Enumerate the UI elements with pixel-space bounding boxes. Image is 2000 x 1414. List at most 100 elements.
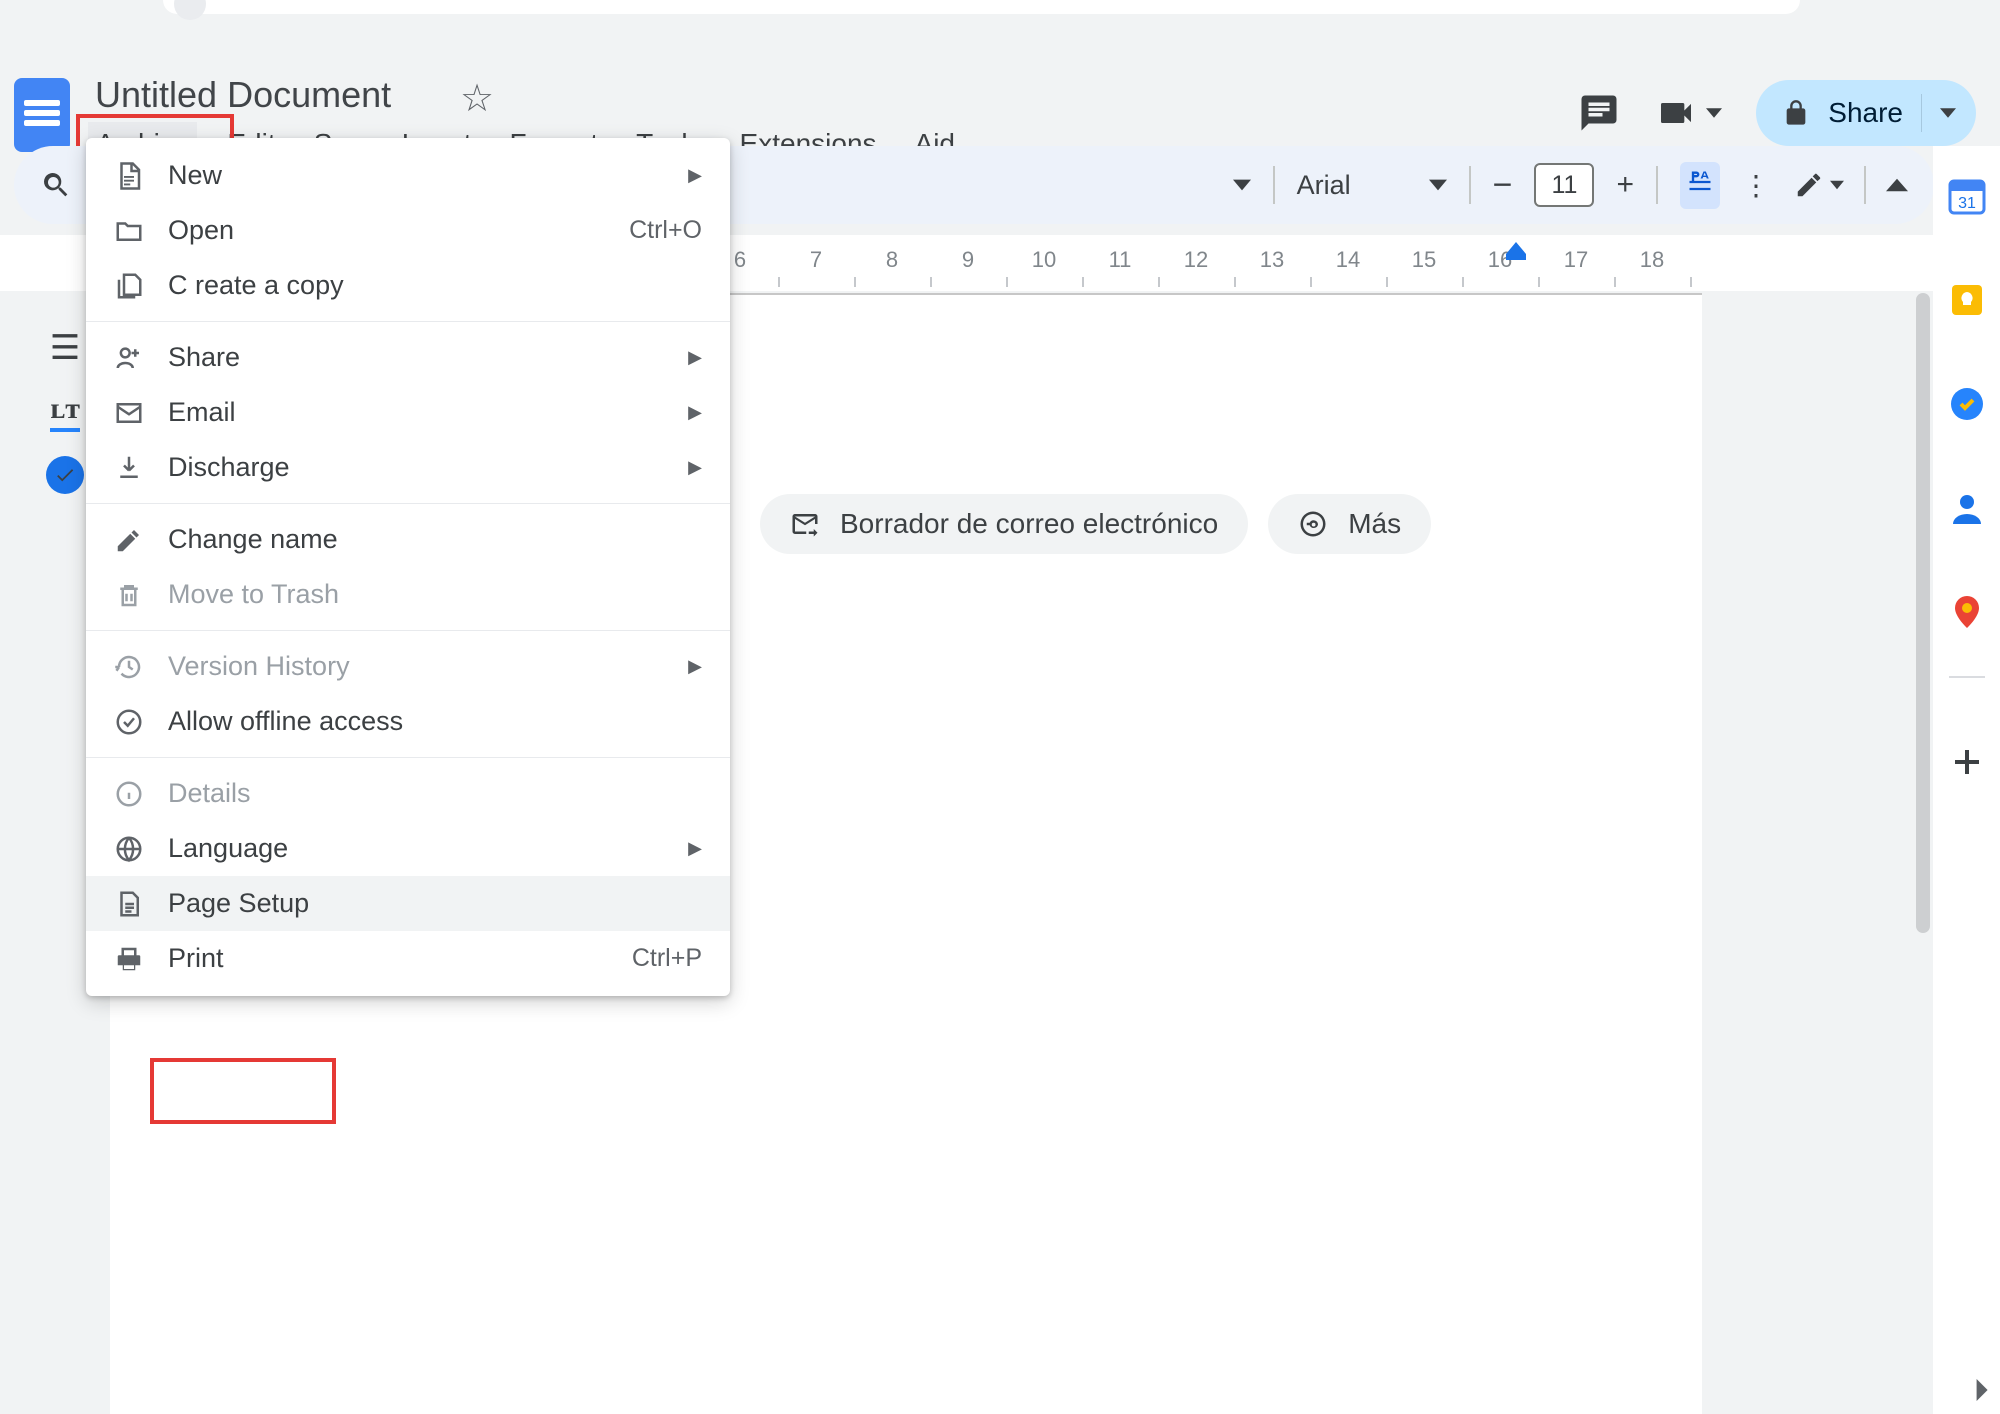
- ruler-number: 6: [734, 247, 746, 273]
- ruler-number: 8: [886, 247, 898, 273]
- ruler-number: 11: [1109, 247, 1132, 273]
- styles-chevron-down-icon[interactable]: [1233, 179, 1251, 191]
- side-panel: 31: [1933, 146, 2000, 1414]
- submenu-chevron-right-icon: ▶: [688, 402, 702, 423]
- menu-item-email[interactable]: Email ▶: [86, 385, 730, 440]
- search-icon[interactable]: [40, 169, 72, 201]
- spellcheck-status-icon[interactable]: [46, 456, 84, 494]
- share-chevron-down-icon[interactable]: [1940, 108, 1956, 118]
- vertical-scrollbar[interactable]: [1916, 293, 1930, 933]
- menu-item-label: Share: [168, 342, 240, 373]
- menu-separator: [86, 503, 730, 504]
- font-size-input[interactable]: 11: [1534, 163, 1594, 207]
- left-rail: ☰ ʟᴛ: [46, 328, 84, 494]
- menu-item-label: Email: [168, 397, 236, 428]
- get-addons-plus-icon[interactable]: [1947, 742, 1987, 782]
- menu-item-language[interactable]: Language▶: [86, 821, 730, 876]
- rename-icon: [114, 525, 144, 555]
- doc-icon: [114, 161, 144, 191]
- page-icon: [114, 889, 144, 919]
- menu-item-new[interactable]: New ▶: [86, 148, 730, 203]
- languagetool-icon[interactable]: ʟᴛ: [50, 392, 80, 432]
- right-indent-marker[interactable]: [1506, 236, 1526, 254]
- toolbar-divider: [1273, 166, 1275, 204]
- font-selector[interactable]: Arial: [1297, 170, 1447, 201]
- share-separator: [1921, 94, 1922, 132]
- toolbar-divider: [1469, 166, 1471, 204]
- submenu-chevron-right-icon: ▶: [688, 165, 702, 186]
- ruler-tick: [1234, 277, 1236, 287]
- ruler-tick: [1538, 277, 1540, 287]
- chip-label: Borrador de correo electrónico: [840, 508, 1218, 540]
- side-panel-divider: [1949, 676, 1985, 678]
- contacts-app-icon[interactable]: [1947, 488, 1987, 528]
- decrease-font-button[interactable]: −: [1493, 166, 1513, 205]
- menu-item-discharge[interactable]: Discharge▶: [86, 440, 730, 495]
- menu-item-rename[interactable]: Change name: [86, 512, 730, 567]
- maps-app-icon[interactable]: [1947, 592, 1987, 632]
- email-draft-chip[interactable]: Borrador de correo electrónico: [760, 494, 1248, 554]
- offline-icon: [114, 707, 144, 737]
- ruler-tick: [1386, 277, 1388, 287]
- menu-item-print[interactable]: PrintCtrl+P: [86, 931, 730, 986]
- menu-item-shortcut: Ctrl+O: [629, 216, 702, 245]
- menu-item-offline[interactable]: Allow offline access: [86, 694, 730, 749]
- editing-mode-button[interactable]: [1794, 170, 1844, 200]
- outline-icon[interactable]: ☰: [50, 328, 80, 368]
- menu-item-details: Details: [86, 766, 730, 821]
- comments-icon[interactable]: [1576, 90, 1622, 136]
- font-chevron-down-icon: [1429, 179, 1447, 191]
- smart-chips-row: Borrador de correo electrónico Más: [760, 494, 1431, 554]
- menu-item-label: Details: [168, 778, 251, 809]
- submenu-chevron-right-icon: ▶: [688, 838, 702, 859]
- menu-item-label: Print: [168, 943, 224, 974]
- history-icon: [114, 652, 144, 682]
- chip-label: Más: [1348, 508, 1401, 540]
- menu-item-label: Discharge: [168, 452, 290, 483]
- editing-mode-chip[interactable]: [1680, 162, 1720, 209]
- ruler-number: 9: [962, 247, 974, 273]
- more-chip[interactable]: Más: [1268, 494, 1431, 554]
- download-icon: [114, 453, 144, 483]
- menu-separator: [86, 321, 730, 322]
- archive-menu-dropdown: New▶OpenCtrl+OC reate a copyShare▶Email▶…: [86, 138, 730, 996]
- menu-item-trash: Move to Trash: [86, 567, 730, 622]
- collapse-toolbar-chevron-up-icon[interactable]: [1886, 178, 1908, 192]
- calendar-app-icon[interactable]: 31: [1947, 176, 1987, 216]
- side-panel-collapse-chevron-right-icon[interactable]: [1974, 1377, 1988, 1408]
- share-label: Share: [1828, 97, 1903, 129]
- menu-item-label: Version History: [168, 651, 350, 682]
- ruler-number: 18: [1640, 247, 1664, 273]
- ruler-number: 17: [1564, 247, 1588, 273]
- font-name: Arial: [1297, 170, 1351, 201]
- menu-item-label: Page Setup: [168, 888, 309, 919]
- menu-item-pagesetup[interactable]: Page Setup: [86, 876, 730, 931]
- globe-icon: [114, 834, 144, 864]
- tasks-app-icon[interactable]: [1947, 384, 1987, 424]
- increase-font-button[interactable]: +: [1616, 168, 1634, 202]
- menu-item-copy[interactable]: C reate a copy: [86, 258, 730, 313]
- menu-item-label: New: [168, 160, 222, 191]
- share-button[interactable]: Share: [1756, 80, 1976, 146]
- star-icon[interactable]: ☆: [460, 76, 494, 121]
- meet-button[interactable]: [1656, 93, 1722, 133]
- more-toolbar-button[interactable]: ⋮: [1742, 169, 1772, 202]
- menu-item-open[interactable]: OpenCtrl+O: [86, 203, 730, 258]
- toolbar-divider: [1656, 166, 1658, 204]
- info-icon: [114, 779, 144, 809]
- menu-item-label: C reate a copy: [168, 270, 344, 301]
- ruler-tick: [778, 277, 780, 287]
- svg-text:31: 31: [1958, 195, 1976, 212]
- keep-app-icon[interactable]: [1947, 280, 1987, 320]
- ruler-tick: [854, 277, 856, 287]
- docs-logo-icon[interactable]: [14, 78, 70, 152]
- menu-item-share[interactable]: Share▶: [86, 330, 730, 385]
- menu-separator: [86, 630, 730, 631]
- ruler-number: 13: [1260, 247, 1284, 273]
- toolbar-divider: [1864, 166, 1866, 204]
- menu-item-label: Allow offline access: [168, 706, 403, 737]
- menu-separator: [86, 757, 730, 758]
- document-title[interactable]: Untitled Document: [95, 74, 391, 116]
- menu-item-label: Move to Trash: [168, 579, 339, 610]
- trash-icon: [114, 580, 144, 610]
